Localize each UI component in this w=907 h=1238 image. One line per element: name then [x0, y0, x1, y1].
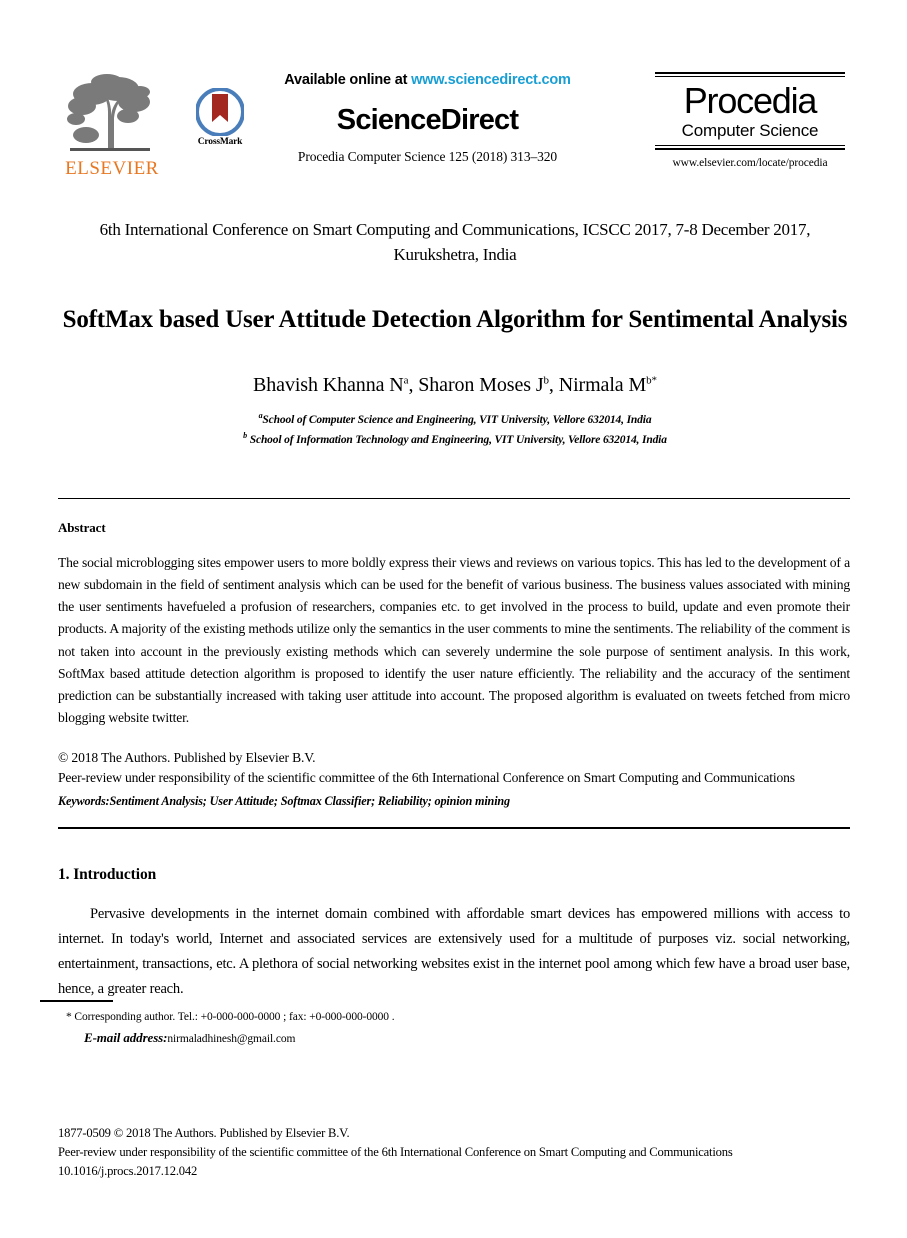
email-line: E-mail address:nirmaladhinesh@gmail.com [66, 1027, 766, 1050]
issn-copyright-line: 1877-0509 © 2018 The Authors. Published … [58, 1126, 350, 1140]
sciencedirect-url[interactable]: www.sciencedirect.com [411, 72, 571, 88]
procedia-bottom-rule [655, 145, 845, 151]
author-affiliation-marker-3: b* [646, 374, 657, 387]
page-title: SoftMax based User Attitude Detection Al… [62, 305, 848, 333]
available-online-prefix: Available online at [284, 72, 412, 88]
elsevier-wordmark: ELSEVIER [65, 158, 159, 179]
corresponding-author-line: * Corresponding author. Tel.: +0-000-000… [66, 1011, 395, 1023]
author-name-1: Bhavish Khanna N [253, 374, 404, 396]
affiliation-item: aSchool of Computer Science and Engineer… [62, 410, 848, 430]
elsevier-logo: ELSEVIER [62, 72, 162, 178]
abstract-bottom-divider [58, 827, 850, 829]
affiliation-item: b School of Information Technology and E… [62, 430, 848, 450]
keywords-line: Keywords:Sentiment Analysis; User Attitu… [58, 794, 510, 808]
affiliation-text: School of Information Technology and Eng… [247, 433, 667, 446]
paper-page: ELSEVIER CrossMark Available online at w… [0, 0, 907, 1238]
procedia-top-rule [655, 72, 845, 77]
page-footer: 1877-0509 © 2018 The Authors. Published … [58, 1124, 858, 1181]
crossmark-logo[interactable]: CrossMark [185, 88, 255, 147]
elsevier-tree-icon [67, 74, 150, 151]
affiliation-text: School of Computer Science and Engineeri… [262, 413, 652, 426]
sciencedirect-wordmark: ScienceDirect [336, 104, 519, 136]
doi-line: 10.1016/j.procs.2017.12.042 [58, 1163, 198, 1178]
peer-review-line: Peer-review under responsibility of the … [58, 769, 795, 785]
copyright-block: © 2018 The Authors. Published by Elsevie… [58, 748, 818, 787]
procedia-logo: Procedia Computer Science www.elsevier.c… [655, 72, 845, 169]
crossmark-label: CrossMark [197, 137, 243, 147]
procedia-url[interactable]: www.elsevier.com/locate/procedia [655, 157, 845, 169]
affiliation-list: aSchool of Computer Science and Engineer… [62, 410, 848, 449]
abstract-body: The social microblogging sites empower u… [58, 555, 850, 726]
author-list: Bhavish Khanna Na, Sharon Moses Jb, Nirm… [62, 374, 848, 397]
email-address[interactable]: nirmaladhinesh@gmail.com [167, 1033, 295, 1045]
corresponding-author-footnote: * Corresponding author. Tel.: +0-000-000… [66, 1007, 766, 1050]
sciencedirect-block: Available online at www.sciencedirect.co… [255, 72, 600, 165]
copyright-line: © 2018 The Authors. Published by Elsevie… [58, 750, 316, 765]
author-name-3: , Nirmala M [548, 374, 647, 396]
section-heading-introduction: 1. Introduction [58, 866, 157, 883]
conference-line: 6th International Conference on Smart Co… [99, 220, 811, 264]
footer-peer-review-line: Peer-review under responsibility of the … [58, 1144, 733, 1159]
crossmark-badge-icon [196, 88, 244, 136]
procedia-name: Procedia [683, 80, 818, 121]
procedia-subtitle: Computer Science [681, 120, 819, 140]
masthead: ELSEVIER CrossMark Available online at w… [0, 0, 907, 205]
abstract-top-divider [58, 498, 850, 499]
available-online-line: Available online at www.sciencedirect.co… [255, 72, 600, 88]
introduction-body: Pervasive developments in the internet d… [58, 906, 850, 997]
journal-citation-line: Procedia Computer Science 125 (2018) 313… [297, 149, 558, 164]
abstract-heading: Abstract [58, 520, 106, 535]
email-label: E-mail address: [84, 1030, 168, 1046]
author-name-2: , Sharon Moses J [408, 374, 544, 396]
